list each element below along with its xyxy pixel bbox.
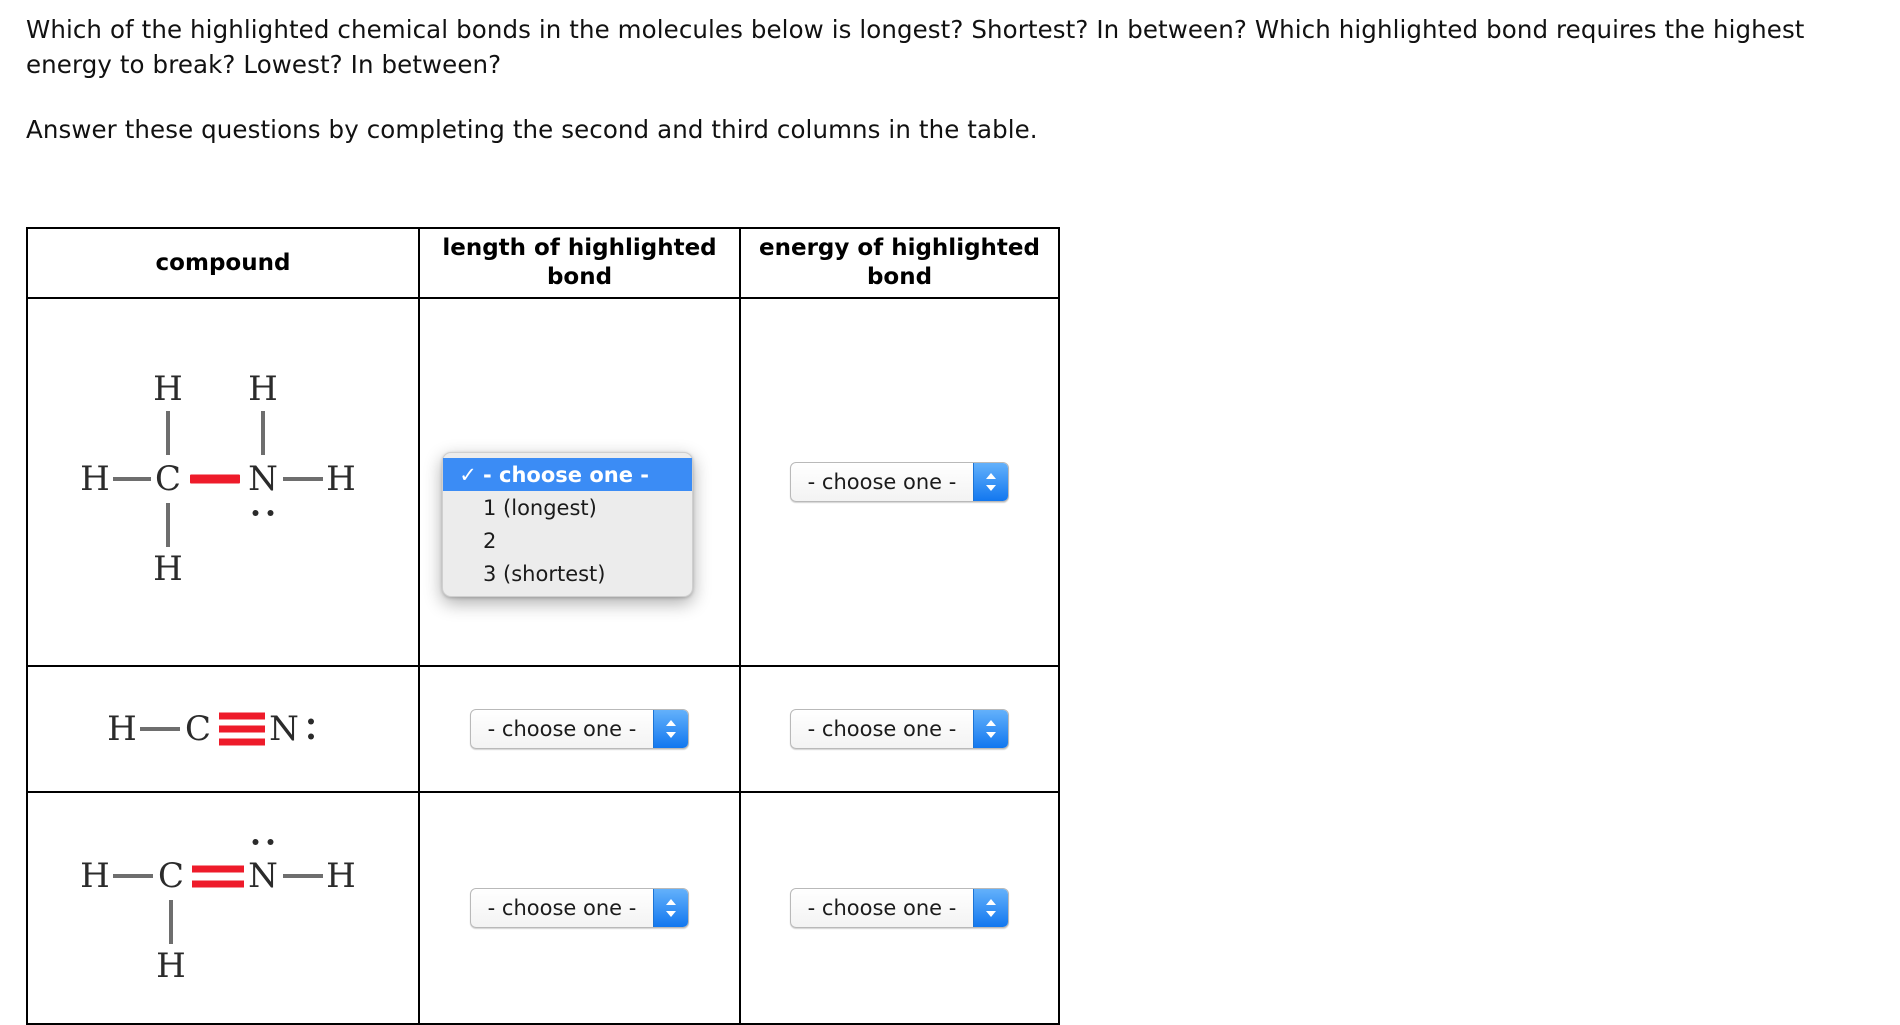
atom-label-h-top-carbon: H <box>153 369 183 409</box>
chevron-updown-icon <box>973 710 1008 748</box>
compound-cell-methylamine: H H H C N H H <box>26 297 420 667</box>
atom-label-carbon: C <box>154 459 182 499</box>
atom-label-nitrogen: N <box>248 856 278 896</box>
atom-label-carbon: C <box>184 709 212 749</box>
bond-h-c <box>140 727 180 731</box>
highlighted-bond-c-n-triple-bar-1 <box>219 712 265 720</box>
highlighted-bond-c-n-double-bar-2 <box>192 880 244 888</box>
length-select-value-row-3: - choose one - <box>487 896 637 920</box>
checkmark-placeholder: ✓ <box>453 562 483 586</box>
lewis-structure-methanimine: H C N H H <box>73 828 373 988</box>
dropdown-option-choose-one[interactable]: ✓ - choose one - <box>443 458 692 491</box>
table-row: H C N - choose one - - choose one - <box>26 665 1060 793</box>
energy-select-wrapper-row-1[interactable]: - choose one - <box>790 462 1009 502</box>
lone-pair-nitrogen <box>252 510 274 516</box>
energy-select-cell-row-1: - choose one - <box>739 297 1060 667</box>
bond-n-h-right <box>283 477 323 481</box>
energy-select-wrapper-row-2[interactable]: - choose one - <box>790 709 1009 749</box>
chevron-updown-icon <box>653 889 688 927</box>
dropdown-option-2[interactable]: ✓ 2 <box>443 524 692 557</box>
length-select-cell-row-2: - choose one - <box>418 665 741 793</box>
prompt-paragraph-2: Answer these questions by completing the… <box>26 115 1038 144</box>
atom-label-nitrogen: N <box>269 709 299 749</box>
lewis-structure-hydrogen-cyanide: H C N <box>98 699 348 759</box>
energy-select-wrapper-row-3[interactable]: - choose one - <box>790 888 1009 928</box>
energy-select-value-row-1: - choose one - <box>807 470 957 494</box>
lewis-structure-methylamine: H H H C N H H <box>73 367 373 597</box>
table-row: H C N H H - choose one - - choose one - <box>26 791 1060 1025</box>
table-header-row: compound length of highlighted bond ener… <box>26 227 1060 299</box>
bond-c-h-bottom <box>166 503 170 547</box>
atom-label-h-top-nitrogen: H <box>248 369 278 409</box>
bond-comparison-table: compound length of highlighted bond ener… <box>26 227 1060 1025</box>
atom-label-carbon: C <box>157 856 185 896</box>
dropdown-option-label: 2 <box>483 528 497 553</box>
column-header-compound: compound <box>26 227 420 299</box>
bond-n-h-top <box>261 411 265 455</box>
column-header-energy: energy of highlighted bond <box>739 227 1060 299</box>
question-prompt: Which of the highlighted chemical bonds … <box>26 12 1886 147</box>
energy-select-cell-row-3: - choose one - <box>739 791 1060 1025</box>
highlighted-bond-c-n-triple-bar-3 <box>219 738 265 746</box>
bond-h-c-left <box>113 477 151 481</box>
dropdown-option-label: 1 (longest) <box>483 495 597 520</box>
lone-pair-nitrogen <box>308 718 314 740</box>
compound-cell-hydrogen-cyanide: H C N <box>26 665 420 793</box>
highlighted-bond-c-n-double-bar-1 <box>192 865 244 873</box>
chevron-updown-icon <box>653 710 688 748</box>
length-select-popup-row-1[interactable]: ✓ - choose one - ✓ 1 (longest) ✓ 2 ✓ 3 (… <box>442 452 693 597</box>
column-header-length: length of highlighted bond <box>418 227 741 299</box>
atom-label-h-left: H <box>80 856 110 896</box>
energy-select-value-row-2: - choose one - <box>807 717 957 741</box>
length-select-value-row-2: - choose one - <box>487 717 637 741</box>
energy-select-cell-row-2: - choose one - <box>739 665 1060 793</box>
atom-label-h-left: H <box>107 709 137 749</box>
bond-n-h-right <box>283 874 323 878</box>
checkmark-placeholder: ✓ <box>453 529 483 553</box>
table-header: compound length of highlighted bond ener… <box>26 227 1060 299</box>
highlighted-bond-c-n-single <box>190 474 240 484</box>
atom-label-h-left: H <box>80 459 110 499</box>
checkmark-icon: ✓ <box>459 462 477 487</box>
atom-label-nitrogen: N <box>248 459 278 499</box>
length-select-wrapper-row-2[interactable]: - choose one - <box>470 709 689 749</box>
energy-select-row-1[interactable]: - choose one - <box>790 462 1009 502</box>
dropdown-option-1-longest[interactable]: ✓ 1 (longest) <box>443 491 692 524</box>
bond-h-c-left <box>113 874 153 878</box>
chevron-updown-icon <box>973 463 1008 501</box>
chevron-updown-icon <box>973 889 1008 927</box>
bond-c-h-bottom <box>169 900 173 944</box>
prompt-paragraph-1: Which of the highlighted chemical bonds … <box>26 15 1805 79</box>
compound-cell-methanimine: H C N H H <box>26 791 420 1025</box>
atom-label-h-right: H <box>326 459 356 499</box>
energy-select-value-row-3: - choose one - <box>807 896 957 920</box>
dropdown-option-label: - choose one - <box>483 462 649 487</box>
lone-pair-nitrogen <box>252 839 274 845</box>
atom-label-h-bottom-carbon: H <box>156 946 186 986</box>
checkmark-placeholder: ✓ <box>453 496 483 520</box>
length-select-wrapper-row-3[interactable]: - choose one - <box>470 888 689 928</box>
length-select-row-3[interactable]: - choose one - <box>470 888 689 928</box>
length-select-row-2[interactable]: - choose one - <box>470 709 689 749</box>
table-body: H H H C N H H - choose one - H C N - cho… <box>26 297 1060 1025</box>
highlighted-bond-c-n-triple-bar-2 <box>219 725 265 733</box>
length-select-cell-row-3: - choose one - <box>418 791 741 1025</box>
dropdown-option-label: 3 (shortest) <box>483 561 606 586</box>
energy-select-row-3[interactable]: - choose one - <box>790 888 1009 928</box>
atom-label-h-bottom-carbon: H <box>153 549 183 589</box>
dropdown-option-3-shortest[interactable]: ✓ 3 (shortest) <box>443 557 692 590</box>
energy-select-row-2[interactable]: - choose one - <box>790 709 1009 749</box>
bond-c-h-top <box>166 411 170 455</box>
atom-label-h-right: H <box>326 856 356 896</box>
